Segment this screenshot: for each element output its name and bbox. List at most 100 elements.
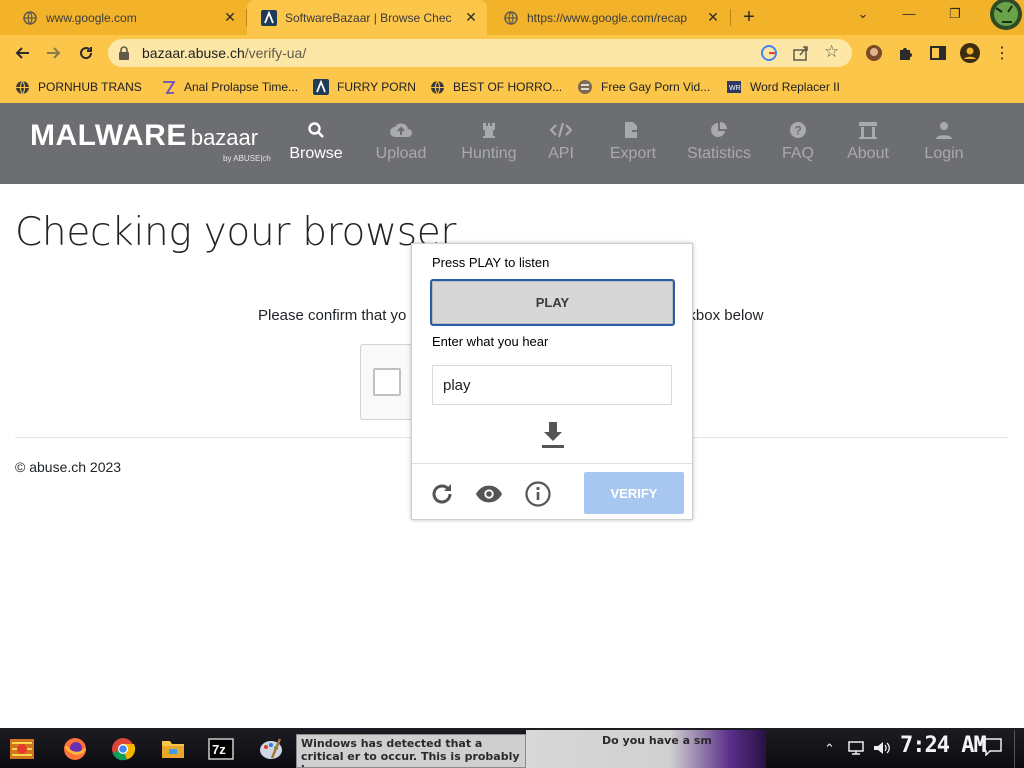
nav-hunting[interactable]: Hunting: [458, 121, 520, 171]
bookmark-item[interactable]: WR Word Replacer II: [726, 77, 840, 97]
bookmark-item[interactable]: FURRY PORN: [313, 77, 416, 97]
reload-icon[interactable]: [74, 41, 98, 65]
enter-answer-label: Enter what you hear: [432, 334, 549, 349]
network-icon[interactable]: [847, 740, 865, 759]
paint-icon[interactable]: [256, 734, 286, 764]
logo-main-text: MALWARE: [30, 119, 187, 152]
question-icon: ?: [780, 121, 816, 141]
url-path: /verify-ua/: [244, 45, 307, 61]
nav-api[interactable]: API: [546, 121, 576, 171]
nav-label: About: [847, 145, 889, 162]
nav-faq[interactable]: ? FAQ: [780, 121, 816, 171]
nav-label: Statistics: [687, 145, 752, 162]
building-icon: [844, 121, 892, 141]
url-text[interactable]: bazaar.abuse.ch/verify-ua/: [142, 45, 306, 61]
audio-challenge-popup: Press PLAY to listen PLAY Enter what you…: [411, 243, 693, 520]
nav-label: API: [548, 145, 574, 162]
nav-login[interactable]: Login: [922, 121, 966, 171]
malware-bazaar-logo[interactable]: MALWARE bazaar by ABUSE|ch: [30, 119, 271, 163]
recaptcha-checkbox[interactable]: [373, 368, 401, 396]
nav-label: FAQ: [781, 145, 814, 162]
bookmark-icon: [160, 79, 176, 95]
nav-label: Upload: [375, 145, 427, 162]
popup-divider: [412, 463, 692, 464]
nav-label: Hunting: [461, 145, 517, 162]
system-tray: ⌃: [824, 734, 891, 764]
tab-google[interactable]: www.google.com ✕: [8, 0, 246, 35]
file-explorer-icon[interactable]: [158, 734, 188, 764]
profile-extension-icon[interactable]: [862, 41, 886, 65]
chevron-up-icon[interactable]: ⌃: [824, 741, 835, 757]
bookmark-label: BEST OF HORRO...: [453, 80, 563, 94]
restore-button[interactable]: ❐: [942, 6, 968, 26]
tab-search-icon[interactable]: ⌄: [850, 6, 876, 26]
press-play-label: Press PLAY to listen: [432, 255, 550, 270]
back-arrow-icon[interactable]: [10, 41, 34, 65]
google-lens-icon[interactable]: [760, 44, 778, 67]
bookmark-item[interactable]: BEST OF HORRO...: [429, 77, 562, 97]
close-tab-icon[interactable]: ✕: [703, 9, 723, 26]
site-header: MALWARE bazaar by ABUSE|ch Browse Upload …: [0, 103, 1024, 184]
browser-tab-strip: www.google.com ✕ SoftwareBazaar | Browse…: [0, 0, 1024, 35]
bookmark-item[interactable]: Free Gay Porn Vid...: [577, 77, 710, 97]
kebab-menu-icon[interactable]: ⋮: [990, 41, 1014, 65]
reload-challenge-icon[interactable]: [428, 480, 456, 508]
error-popup-window[interactable]: Windows has detected that a critical er …: [296, 734, 526, 768]
file-export-icon: [608, 121, 658, 141]
bookmark-icon: [577, 79, 593, 95]
audio-response-input[interactable]: [432, 365, 672, 405]
cloud-upload-icon: [372, 121, 430, 141]
bookmark-label: Free Gay Porn Vid...: [601, 80, 711, 94]
tab-recaptcha[interactable]: https://www.google.com/recap ✕: [489, 0, 729, 35]
popup-window-preview[interactable]: Do you have a sm: [526, 730, 766, 768]
chrome-icon[interactable]: [108, 734, 138, 764]
close-tab-icon[interactable]: ✕: [220, 9, 240, 26]
show-desktop-button[interactable]: [1014, 730, 1018, 768]
firefox-icon[interactable]: [60, 734, 90, 764]
play-audio-button[interactable]: PLAY: [430, 279, 675, 326]
address-bar[interactable]: bazaar.abuse.ch/verify-ua/ ☆: [108, 39, 852, 67]
bookmark-label: Word Replacer II: [750, 80, 840, 94]
volume-icon[interactable]: [873, 740, 891, 759]
bookmark-item[interactable]: PORNHUB TRANS: [14, 77, 142, 97]
svg-text:WR: WR: [729, 85, 741, 92]
nav-label: Browse: [289, 145, 343, 162]
nav-label: Export: [609, 145, 657, 162]
new-tab-button[interactable]: +: [738, 6, 760, 28]
recaptcha-widget: [360, 344, 418, 420]
7zip-icon[interactable]: 7z: [206, 734, 236, 764]
extensions-puzzle-icon[interactable]: [894, 41, 918, 65]
nav-statistics[interactable]: Statistics: [687, 121, 751, 171]
start-button-icon[interactable]: [8, 734, 38, 764]
tab-title: www.google.com: [46, 10, 137, 25]
bookmark-item[interactable]: Anal Prolapse Time...: [160, 77, 298, 97]
star-bookmark-icon[interactable]: ☆: [824, 42, 839, 62]
browser-toolbar: bazaar.abuse.ch/verify-ua/ ☆ ⋮: [0, 35, 1024, 71]
footer-copyright: © abuse.ch 2023: [15, 459, 122, 475]
visual-challenge-eye-icon[interactable]: [475, 480, 503, 508]
account-avatar-icon[interactable]: [958, 41, 982, 65]
verify-button[interactable]: VERIFY: [584, 472, 684, 514]
nav-export[interactable]: Export: [608, 121, 658, 171]
share-icon[interactable]: [792, 44, 810, 67]
nav-upload[interactable]: Upload: [372, 121, 430, 171]
help-info-icon[interactable]: [524, 480, 552, 508]
bazaar-icon: [313, 79, 329, 95]
bookmarks-bar: PORNHUB TRANS Anal Prolapse Time... FURR…: [0, 71, 1024, 103]
tab-title: https://www.google.com/recap: [527, 10, 688, 25]
pie-chart-icon: [687, 121, 751, 141]
side-panel-icon[interactable]: [926, 41, 950, 65]
svg-text:?: ?: [795, 124, 802, 138]
notification-icon[interactable]: [982, 738, 1002, 761]
download-audio-icon[interactable]: [540, 421, 566, 454]
nav-browse[interactable]: Browse: [289, 121, 343, 171]
bookmark-label: PORNHUB TRANS: [38, 80, 142, 94]
taskbar-clock[interactable]: 7:24 AM: [900, 733, 987, 758]
minimize-button[interactable]: —: [896, 6, 922, 26]
lock-icon[interactable]: [118, 46, 130, 65]
close-tab-icon[interactable]: ✕: [461, 9, 481, 26]
forward-arrow-icon[interactable]: [42, 41, 66, 65]
confirm-text-tail: kbox below: [688, 307, 764, 324]
tab-softwarebazaar[interactable]: SoftwareBazaar | Browse Chec ✕: [247, 0, 487, 35]
nav-about[interactable]: About: [844, 121, 892, 171]
